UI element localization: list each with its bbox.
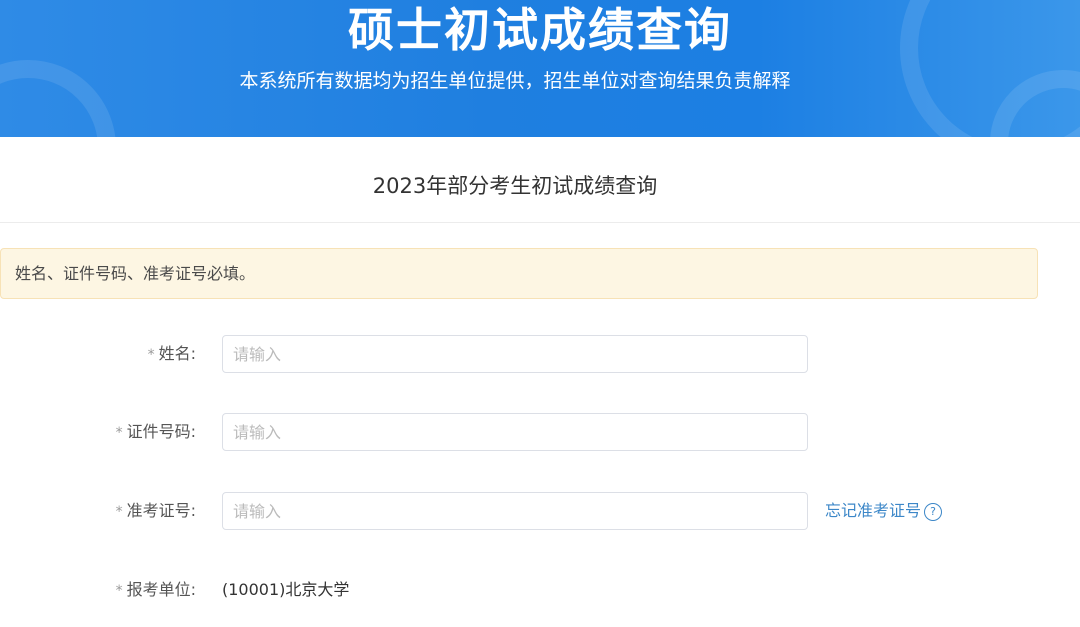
notice-text: 姓名、证件号码、准考证号必填。 [15,264,256,283]
form-row-institution: * 报考单位: (10001)北京大学 [0,578,1080,602]
id-number-input[interactable] [222,413,808,451]
form-row-id-number: * 证件号码: [0,413,1080,451]
banner-title: 硕士初试成绩查询 [348,3,732,57]
institution-value: (10001)北京大学 [222,580,350,599]
question-circle-icon[interactable]: ? [924,503,943,521]
page-title: 2023年部分考生初试成绩查询 [372,174,658,198]
required-mark: * [115,504,123,520]
exam-number-input[interactable] [222,492,808,530]
name-input[interactable] [222,335,808,373]
form-row-exam-number: *准考证号: 忘记准考证号? [0,492,1080,530]
exam-number-label: * 准考证号: [115,501,196,520]
banner-subtitle: 本系统所有数据均为招生单位提供，招生单位对查询结果负责解释 [239,70,791,92]
page-header: 2023年部分考生初试成绩查询 [0,137,1080,223]
id-number-label: * 证件号码: [115,422,196,441]
forgot-exam-number-link[interactable]: 忘记准考证号? [825,499,943,523]
required-mark: * [115,583,123,599]
header-banner: 硕士初试成绩查询 本系统所有数据均为招生单位提供，招生单位对查询结果负责解释 [0,0,1080,137]
forgot-exam-number-text: 忘记准考证号 [825,501,922,520]
form-row-name: * 姓名: [0,335,1080,373]
institution-label: * 报考单位: [115,580,196,599]
required-mark: * [147,347,155,363]
required-mark: * [115,425,123,441]
name-label: * 姓名: [147,344,196,363]
required-fields-notice: 姓名、证件号码、准考证号必填。 [0,248,1038,299]
